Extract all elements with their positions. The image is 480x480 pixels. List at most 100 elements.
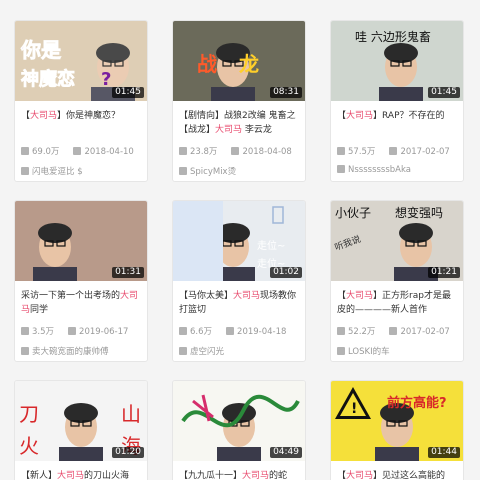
svg-text:火: 火 <box>19 434 39 458</box>
upload-date: 2019-06-17 <box>79 327 129 337</box>
title-suffix: 】见过这么高能的 <box>373 471 446 480</box>
video-grid: 你是 神魔恋? 01:45 【大司马】你是神魔恋？ 69.0万 2018-04-10… <box>0 0 480 480</box>
title-suffix: 李云龙 <box>242 125 272 135</box>
upload-date: 2018-04-10 <box>84 147 134 157</box>
title-highlight: 大司马 <box>215 125 243 135</box>
view-count: 52.2万 <box>348 327 376 337</box>
video-author[interactable]: 闪电爱逗比 $ <box>21 165 145 177</box>
svg-text:!: ! <box>351 401 357 417</box>
video-duration: 08:31 <box>270 87 302 98</box>
video-card[interactable]: 战龙 08:31 【剧情向】战狼2改编 鬼畜之【战龙】大司马 李云龙 23.8万… <box>172 20 306 182</box>
video-duration: 01:45 <box>428 87 460 98</box>
title-highlight: 大司马 <box>346 471 374 480</box>
video-meta: 57.5万 2017-02-07 <box>337 145 461 157</box>
date-icon <box>73 147 82 155</box>
author-name: LOSKI的车 <box>348 347 390 357</box>
play-count-icon <box>21 147 29 155</box>
uploader-icon <box>21 167 29 175</box>
video-author[interactable]: NssssssssbAka <box>337 165 461 177</box>
date-icon <box>68 327 77 335</box>
title-highlight: 大司马 <box>346 111 374 121</box>
video-duration: 04:49 <box>270 447 302 458</box>
author-name: NssssssssbAka <box>348 165 411 175</box>
video-card[interactable]: 01:31 采访一下第一个出考场的大司马同学 3.5万 2019-06-17 卖大… <box>14 200 148 362</box>
video-card[interactable]: 你是神魔恋? 01:45 【大司马】你是神魔恋？ 69.0万 2018-04-10… <box>14 20 148 182</box>
video-title[interactable]: 【大司马】RAP？不存在的 <box>337 109 459 137</box>
view-count: 6.6万 <box>190 327 213 337</box>
video-duration: 01:02 <box>270 267 302 278</box>
video-thumbnail[interactable]: 刀火山海 01:20 <box>15 381 147 461</box>
date-icon <box>389 327 398 335</box>
video-card[interactable]: ! 前方高能? 01:44 【大司马】见过这么高能的 <box>330 380 464 480</box>
video-meta: 23.8万 2018-04-08 <box>179 145 303 157</box>
title-suffix: 的刀山火海 <box>84 471 130 480</box>
video-author[interactable]: 卖大碗宽面的康帅傅 <box>21 345 145 357</box>
video-card[interactable]: 刀火山海 01:20 【新人】大司马的刀山火海 <box>14 380 148 480</box>
play-count-icon <box>179 147 187 155</box>
video-thumbnail[interactable]: 走位~ 走位~ 01:02 <box>173 201 305 281</box>
title-suffix: 同学 <box>30 305 49 315</box>
uploader-icon <box>179 167 187 175</box>
video-author[interactable]: SpicyMix烫 <box>179 165 303 177</box>
video-card[interactable]: 哇 六边形鬼畜 01:45 【大司马】RAP？不存在的 57.5万 2017-02… <box>330 20 464 182</box>
view-count: 3.5万 <box>32 327 55 337</box>
uploader-icon <box>337 165 345 173</box>
video-title[interactable]: 【剧情向】战狼2改编 鬼畜之【战龙】大司马 李云龙 <box>179 109 301 137</box>
title-prefix: 【新人】 <box>21 471 58 480</box>
video-thumbnail[interactable]: 小伙子 想变强吗 听我说 01:21 <box>331 201 463 281</box>
video-duration: 01:44 <box>428 447 460 458</box>
title-highlight: 大司马 <box>242 471 270 480</box>
upload-date: 2017-02-07 <box>400 147 450 157</box>
title-highlight: 大司马 <box>57 471 85 480</box>
uploader-icon <box>21 347 29 355</box>
uploader-icon <box>337 347 345 355</box>
video-card[interactable]: 小伙子 想变强吗 听我说 01:21 【大司马】正方形rap才是最皮的————新人首… <box>330 200 464 362</box>
view-count: 23.8万 <box>190 147 218 157</box>
svg-text:想变强吗: 想变强吗 <box>395 205 443 220</box>
video-title[interactable]: 【大司马】你是神魔恋？ <box>21 109 143 137</box>
view-count: 57.5万 <box>348 147 376 157</box>
video-author[interactable]: 虚空闪光 <box>179 345 303 357</box>
video-thumbnail[interactable]: 哇 六边形鬼畜 01:45 <box>331 21 463 101</box>
svg-text:你是: 你是 <box>20 38 61 62</box>
svg-text:哇 六边形鬼畜: 哇 六边形鬼畜 <box>355 29 431 44</box>
video-duration: 01:20 <box>112 447 144 458</box>
video-title[interactable]: 【新人】大司马的刀山火海 <box>21 469 143 480</box>
upload-date: 2018-04-08 <box>242 147 292 157</box>
title-highlight: 大司马 <box>30 111 58 121</box>
video-thumbnail[interactable]: 04:49 <box>173 381 305 461</box>
title-prefix: 【 <box>337 471 347 480</box>
video-duration: 01:45 <box>112 87 144 98</box>
title-prefix: 采访一下第一个出考场的 <box>21 291 121 301</box>
svg-text:?: ? <box>101 69 111 90</box>
video-meta: 52.2万 2017-02-07 <box>337 325 461 337</box>
video-card[interactable]: 04:49 【九九瓜十一】大司马的蛇 <box>172 380 306 480</box>
date-icon <box>226 327 235 335</box>
video-thumbnail[interactable]: ! 前方高能? 01:44 <box>331 381 463 461</box>
title-prefix: 【马你太美】 <box>179 291 234 301</box>
svg-text:刀: 刀 <box>19 402 39 426</box>
video-thumbnail[interactable]: 01:31 <box>15 201 147 281</box>
video-card[interactable]: 走位~ 走位~ 01:02 【马你太美】大司马现场教你打篮切 6.6万 2019-0… <box>172 200 306 362</box>
date-icon <box>389 147 398 155</box>
title-suffix: 】你是神魔恋？ <box>57 111 121 121</box>
svg-text:龙: 龙 <box>239 52 259 76</box>
title-prefix: 【 <box>21 111 31 121</box>
title-prefix: 【九九瓜十一】 <box>179 471 243 480</box>
upload-date: 2017-02-07 <box>400 327 450 337</box>
svg-text:前方高能?: 前方高能? <box>387 395 447 411</box>
svg-text:战: 战 <box>197 52 217 76</box>
video-author[interactable]: LOSKI的车 <box>337 345 461 357</box>
view-count: 69.0万 <box>32 147 60 157</box>
video-thumbnail[interactable]: 战龙 08:31 <box>173 21 305 101</box>
svg-text:神魔恋: 神魔恋 <box>21 68 75 90</box>
date-icon <box>231 147 240 155</box>
video-title[interactable]: 采访一下第一个出考场的大司马同学 <box>21 289 143 317</box>
video-title[interactable]: 【大司马】见过这么高能的 <box>337 469 459 480</box>
video-title[interactable]: 【九九瓜十一】大司马的蛇 <box>179 469 301 480</box>
author-name: 卖大碗宽面的康帅傅 <box>32 347 109 357</box>
video-title[interactable]: 【马你太美】大司马现场教你打篮切 <box>179 289 301 317</box>
video-thumbnail[interactable]: 你是神魔恋? 01:45 <box>15 21 147 101</box>
title-highlight: 大司马 <box>233 291 261 301</box>
video-title[interactable]: 【大司马】正方形rap才是最皮的————新人首作 <box>337 289 459 317</box>
